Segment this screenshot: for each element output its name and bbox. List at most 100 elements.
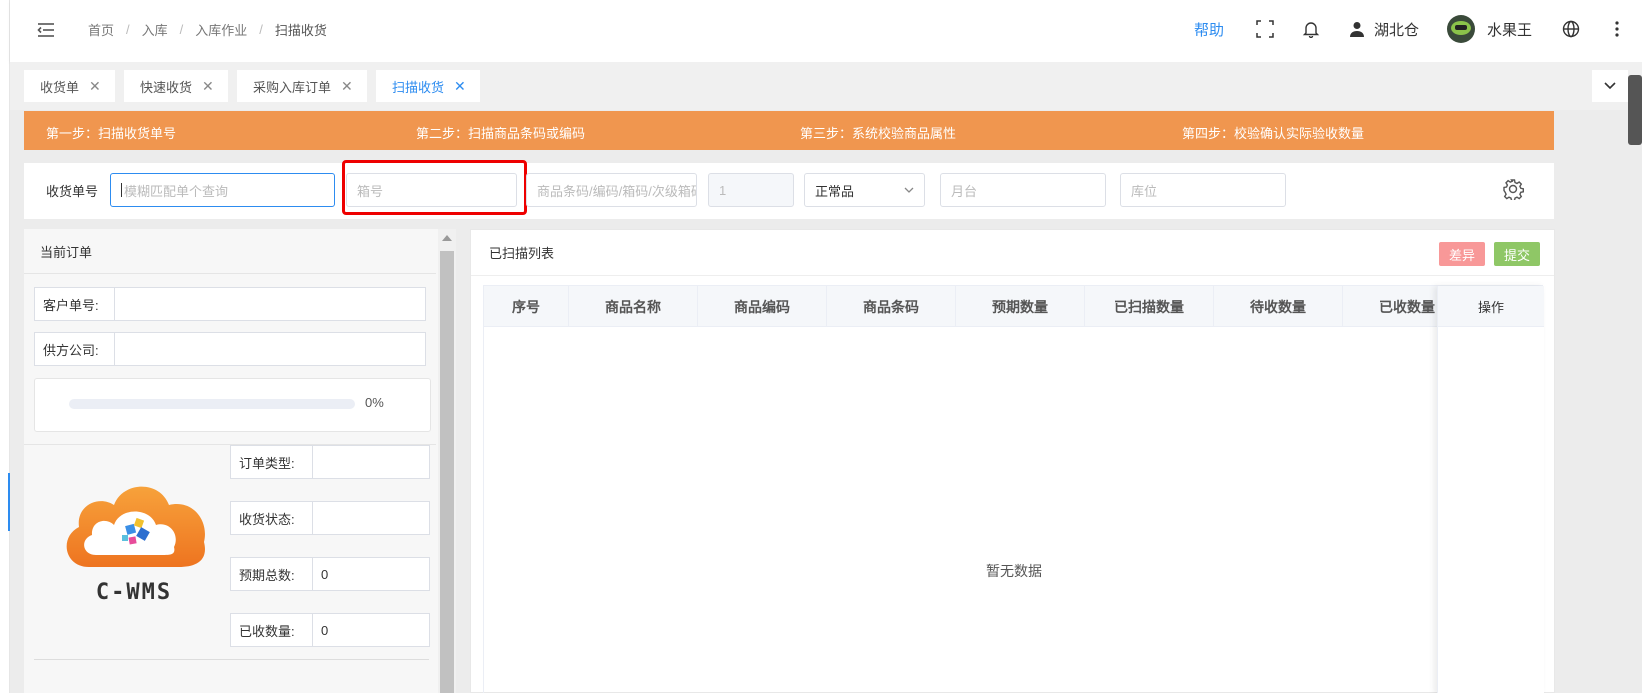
breadcrumb-current: 扫描收货 <box>274 23 327 38</box>
action-column: 操作 <box>1437 286 1544 693</box>
dock-input[interactable]: 月台 <box>940 173 1106 207</box>
side-nav-collapsed <box>0 0 10 693</box>
scanned-table: 序号 商品名称 商品编码 商品条码 预期数量 已扫描数量 待收数量 已收数量 暂… <box>483 285 1544 693</box>
globe-icon[interactable] <box>1560 18 1582 40</box>
supplier-value <box>115 333 425 365</box>
close-icon[interactable]: ✕ <box>341 78 353 95</box>
tab-label: 扫描收货 <box>392 79 445 95</box>
quantity-input[interactable]: 1 <box>708 173 794 207</box>
progress-card: 0% <box>34 378 431 432</box>
step-4: 第四步：校验确认实际验收数量 <box>1182 126 1365 141</box>
app-root: 首页 / 入库 / 入库作业 / 扫描收货 帮助 湖北仓 水果王 收货单 ✕ 快速收货 ✕… <box>0 0 1642 693</box>
tab-scan-receive[interactable]: 扫描收货 ✕ <box>376 70 480 102</box>
location-input[interactable]: 库位 <box>1120 173 1286 207</box>
current-order-title: 当前订单 <box>24 229 436 274</box>
customer-no-field: 客户单号: <box>34 287 426 321</box>
person-icon <box>1346 18 1368 40</box>
location-placeholder: 库位 <box>1131 183 1158 199</box>
receive-status-value <box>313 502 429 534</box>
box-no-input[interactable]: 箱号 <box>346 173 517 207</box>
fullscreen-icon[interactable] <box>1254 18 1276 40</box>
quality-select[interactable]: 正常品 <box>804 173 925 207</box>
tabs-bar: 收货单 ✕ 快速收货 ✕ 采购入库订单 ✕ 扫描收货 ✕ <box>10 62 1642 110</box>
scanned-list-title: 已扫描列表 <box>471 230 1554 276</box>
quality-value: 正常品 <box>815 183 855 199</box>
help-link[interactable]: 帮助 <box>1194 19 1224 40</box>
breadcrumb-inbound-ops[interactable]: 入库作业 <box>195 20 247 39</box>
order-type-value <box>313 446 429 478</box>
receive-status-label: 收货状态: <box>231 502 313 534</box>
top-right-tools: 帮助 湖北仓 水果王 <box>1194 0 1642 58</box>
logo-wordmark: C-WMS <box>96 580 172 605</box>
customer-no-value <box>115 288 425 320</box>
col-scanned-qty[interactable]: 已扫描数量 <box>1085 286 1214 327</box>
box-no-placeholder: 箱号 <box>357 183 384 199</box>
received-qty-value: 0 <box>321 622 329 638</box>
diff-button[interactable]: 差异 <box>1439 242 1486 266</box>
col-seq[interactable]: 序号 <box>484 286 569 327</box>
barcode-input[interactable]: 商品条码/编码/箱码/次级箱码 <box>526 173 697 207</box>
user-name: 水果王 <box>1486 21 1532 39</box>
order-no-input[interactable]: 模糊匹配单个查询 <box>110 173 335 207</box>
c-wms-logo: C-WMS <box>66 486 205 605</box>
bell-icon[interactable] <box>1300 18 1322 40</box>
scanned-list-panel: 已扫描列表 差异 提交 序号 商品名称 商品编码 商品条码 预期数量 已扫描数量… <box>470 229 1555 693</box>
settings-gear-icon[interactable] <box>1502 178 1524 203</box>
col-barcode[interactable]: 商品条码 <box>827 286 956 327</box>
scroll-up-icon[interactable] <box>442 235 452 241</box>
steps-bar: 第一步：扫描收货单号 第二步：扫描商品条码或编码 第三步：系统校验商品属性 第四… <box>24 111 1554 150</box>
expected-total-field: 预期总数: 0 <box>230 557 430 591</box>
order-type-field: 订单类型: <box>230 445 430 479</box>
received-qty-label: 已收数量: <box>231 614 313 646</box>
col-product-code[interactable]: 商品编码 <box>698 286 827 327</box>
received-qty-field: 已收数量: 0 <box>230 613 430 647</box>
expected-total-label: 预期总数: <box>231 558 313 590</box>
progress-bar <box>69 399 355 409</box>
col-product-name[interactable]: 商品名称 <box>569 286 698 327</box>
scroll-thumb[interactable] <box>440 251 454 693</box>
panel-scrollbar[interactable] <box>438 229 456 693</box>
tab-quick-receive[interactable]: 快速收货 ✕ <box>124 70 228 102</box>
receive-status-field: 收货状态: <box>230 501 430 535</box>
tab-receipt-orders[interactable]: 收货单 ✕ <box>24 70 115 102</box>
warehouse-selector[interactable]: 湖北仓 <box>1346 18 1419 40</box>
top-bar: 首页 / 入库 / 入库作业 / 扫描收货 帮助 湖北仓 水果王 <box>10 0 1642 62</box>
tabs-dropdown-button[interactable] <box>1592 70 1628 102</box>
tab-label: 采购入库订单 <box>253 79 332 95</box>
expected-total-value: 0 <box>321 566 329 582</box>
step-2: 第二步：扫描商品条码或编码 <box>416 126 586 141</box>
avatar <box>1446 15 1475 43</box>
menu-toggle-icon[interactable] <box>36 20 56 40</box>
order-no-label: 收货单号 <box>46 184 99 199</box>
warehouse-name: 湖北仓 <box>1373 21 1419 39</box>
tab-label: 收货单 <box>40 79 80 95</box>
order-type-label: 订单类型: <box>231 446 313 478</box>
col-pending-qty[interactable]: 待收数量 <box>1214 286 1343 327</box>
close-icon[interactable]: ✕ <box>454 78 466 95</box>
close-icon[interactable]: ✕ <box>89 78 101 95</box>
col-expected-qty[interactable]: 预期数量 <box>956 286 1085 327</box>
user-menu[interactable]: 水果王 <box>1446 15 1532 43</box>
order-no-placeholder: 模糊匹配单个查询 <box>124 183 229 199</box>
scan-filter-bar: 收货单号 模糊匹配单个查询 箱号 商品条码/编码/箱码/次级箱码 1 正常品 月… <box>24 160 1554 219</box>
col-action: 操作 <box>1438 286 1544 327</box>
nav-active-indicator <box>8 473 10 531</box>
close-icon[interactable]: ✕ <box>202 78 214 95</box>
window-edge-widget <box>1628 75 1642 145</box>
current-order-panel: 当前订单 客户单号: 供方公司: 0% C-WMS 订单类型: 收货状态: 预期… <box>24 229 456 693</box>
customer-no-label: 客户单号: <box>35 288 115 320</box>
barcode-placeholder: 商品条码/编码/箱码/次级箱码 <box>537 183 697 199</box>
submit-button[interactable]: 提交 <box>1494 242 1541 266</box>
progress-text: 0% <box>365 395 384 410</box>
chevron-down-icon <box>1604 82 1616 90</box>
more-vertical-icon[interactable] <box>1606 18 1628 40</box>
breadcrumb-home[interactable]: 首页 <box>88 20 114 39</box>
empty-state-text: 暂无数据 <box>986 563 1042 579</box>
breadcrumb-inbound[interactable]: 入库 <box>142 20 168 39</box>
table-header: 序号 商品名称 商品编码 商品条码 预期数量 已扫描数量 待收数量 已收数量 <box>484 286 1542 327</box>
tab-label: 快速收货 <box>140 79 193 95</box>
tab-purchase-inbound[interactable]: 采购入库订单 ✕ <box>237 70 367 102</box>
quantity-value: 1 <box>719 182 727 198</box>
supplier-field: 供方公司: <box>34 332 426 366</box>
step-3: 第三步：系统校验商品属性 <box>800 126 957 141</box>
